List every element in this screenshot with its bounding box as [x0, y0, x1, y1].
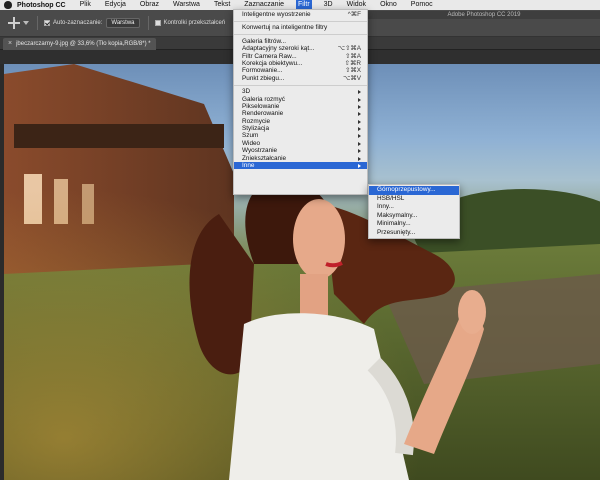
menu-item-3d[interactable]: 3D [234, 88, 367, 95]
menu-item-label: Zniekształcanie [242, 154, 287, 162]
menu-item-label: Pikselowanie [242, 102, 280, 110]
menu-item-label: Wyostrzanie [242, 147, 278, 155]
menu-edit[interactable]: Edycja [103, 0, 128, 10]
auto-select-checkbox[interactable] [44, 20, 50, 26]
menu-item-label: Wideo [242, 139, 261, 147]
menu-item-label: Stylizacja [242, 125, 269, 133]
menu-window[interactable]: Okno [378, 0, 399, 10]
submenu-arrow-icon [358, 156, 361, 161]
options-divider [147, 16, 149, 30]
transform-controls-checkbox[interactable] [154, 20, 161, 26]
photoshop-window: Photoshop CC Plik Edycja Obraz Warstwa T… [0, 0, 600, 480]
submenu-arrow-icon [358, 104, 361, 109]
auto-select-label: Auto-zaznaczanie: [53, 20, 103, 26]
menu-item-vanishing-point[interactable]: Punkt zbiegu... ⌥⌘V [234, 75, 367, 82]
submenu-arrow-icon [358, 164, 361, 169]
menu-type[interactable]: Tekst [212, 0, 232, 10]
menu-divider [234, 20, 367, 22]
submenu-item-minimum[interactable]: Minimalny... [369, 220, 459, 229]
submenu-item-custom[interactable]: Inny... [369, 203, 459, 212]
menu-item-label: Punkt zbiegu... [242, 74, 285, 82]
window-title: Adobe Photoshop CC 2019 [368, 11, 600, 19]
filter-menu: Inteligentne wyostrzenie ^⌘F Konwertuj na… [233, 9, 368, 195]
submenu-arrow-icon [358, 112, 361, 117]
menu-item-shortcut: ⌥⌘V [342, 74, 361, 82]
submenu-arrow-icon [358, 90, 361, 95]
submenu-item-offset[interactable]: Przesunięty... [369, 229, 459, 238]
menu-divider [234, 84, 367, 86]
document-tab-title: jbeczarczarny-9.jpg @ 33,6% (Tło kopia,R… [16, 41, 151, 47]
menu-item-blur-gallery[interactable]: Galeria rozmyć [234, 96, 367, 103]
close-icon[interactable]: × [8, 38, 12, 50]
submenu-item-maximum[interactable]: Maksymalny... [369, 212, 459, 221]
submenu-arrow-icon [358, 127, 361, 132]
menu-item-shortcut: ^⌘F [347, 11, 361, 18]
document-tab[interactable]: × jbeczarczarny-9.jpg @ 33,6% (Tło kopia… [3, 38, 156, 50]
menu-item-shortcut: ⇧⌘X [344, 67, 361, 75]
submenu-item-hsb-hsl[interactable]: HSB/HSL [369, 195, 459, 204]
menu-item-shortcut: ⇧⌘A [344, 52, 361, 60]
menu-item-label: Konwertuj na inteligentne filtry [242, 24, 328, 32]
menu-item-lens-correction[interactable]: Korekcja obiektywu... ⇧⌘R [234, 60, 367, 67]
menu-file[interactable]: Plik [78, 0, 93, 10]
submenu-arrow-icon [358, 97, 361, 102]
menu-item-noise[interactable]: Szum [234, 132, 367, 139]
menu-item-label: Korekcja obiektywu... [242, 59, 303, 67]
menu-divider [234, 34, 367, 36]
menu-item-other[interactable]: Inne [234, 162, 367, 170]
face [293, 199, 345, 279]
menu-item-distort[interactable]: Zniekształcanie [234, 155, 367, 162]
menu-item-label: Renderowanie [242, 110, 284, 118]
menu-item-label: Adaptacyjny szeroki kąt... [242, 45, 315, 53]
menu-item-camera-raw[interactable]: Filtr Camera Raw... ⇧⌘A [234, 53, 367, 60]
menu-item-pixelate[interactable]: Pikselowanie [234, 103, 367, 110]
apple-icon[interactable] [4, 1, 12, 9]
menu-item-convert-smart-filters[interactable]: Konwertuj na inteligentne filtry [234, 24, 367, 31]
menu-item-label: Szum [242, 132, 259, 140]
menu-item-label: Rozmycie [242, 117, 271, 125]
other-submenu: Górnoprzepustowy... HSB/HSL Inny... Maks… [368, 184, 460, 239]
menu-item-label: Inne [242, 162, 255, 170]
menu-item-label: Filtr Camera Raw... [242, 52, 297, 60]
neck [300, 274, 328, 319]
menu-item-label: Galeria filtrów... [242, 37, 287, 45]
menu-item-render[interactable]: Renderowanie [234, 110, 367, 117]
auto-select-target-dropdown[interactable]: Warstwa [106, 18, 140, 28]
menu-item-blur[interactable]: Rozmycie [234, 118, 367, 125]
submenu-arrow-icon [358, 149, 361, 154]
menu-item-filter-gallery[interactable]: Galeria filtrów... [234, 38, 367, 45]
hand [458, 290, 486, 334]
submenu-arrow-icon [358, 134, 361, 139]
transform-controls-label: Kontrolki przekształceń [163, 20, 226, 26]
lips [325, 261, 343, 268]
submenu-arrow-icon [358, 141, 361, 146]
menu-item-shortcut: ⌥⇧⌘A [337, 45, 361, 53]
submenu-item-high-pass[interactable]: Górnoprzepustowy... [369, 186, 459, 195]
menu-item-label: Galeria rozmyć [242, 95, 285, 103]
menu-item-stylize[interactable]: Stylizacja [234, 125, 367, 132]
menu-item-adaptive-wide-angle[interactable]: Adaptacyjny szeroki kąt... ⌥⇧⌘A [234, 45, 367, 52]
options-divider [37, 16, 38, 30]
tool-preset-chevron-down-icon[interactable] [23, 21, 29, 25]
menu-item-video[interactable]: Wideo [234, 140, 367, 147]
menu-item-liquify[interactable]: Formowanie... ⇧⌘X [234, 67, 367, 74]
submenu-arrow-icon [358, 119, 361, 124]
menu-item-smart-sharpen[interactable]: Inteligentne wyostrzenie ^⌘F [234, 11, 367, 18]
menu-help[interactable]: Pomoc [409, 0, 435, 10]
menu-item-label: 3D [242, 88, 251, 96]
menu-item-label: Inteligentne wyostrzenie [242, 11, 311, 18]
menu-item-label: Formowanie... [242, 67, 283, 75]
menu-image[interactable]: Obraz [138, 0, 161, 10]
menu-item-sharpen[interactable]: Wyostrzanie [234, 147, 367, 154]
menu-item-shortcut: ⇧⌘R [344, 59, 361, 67]
move-tool-icon[interactable] [8, 17, 20, 29]
app-menu[interactable]: Photoshop CC [17, 2, 66, 9]
menu-layer[interactable]: Warstwa [171, 0, 202, 10]
